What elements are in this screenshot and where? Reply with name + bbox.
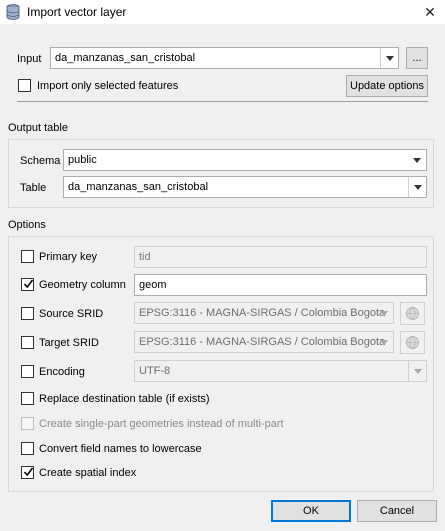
single-part-checkbox[interactable] bbox=[21, 417, 34, 430]
chevron-down-icon[interactable] bbox=[375, 332, 393, 352]
ok-button[interactable]: OK bbox=[271, 500, 351, 522]
single-part-label: Create single-part geometries instead of… bbox=[39, 418, 284, 430]
input-label: Input bbox=[17, 53, 42, 65]
input-layer-combo[interactable]: da_manzanas_san_cristobal bbox=[50, 47, 399, 69]
schema-value: public bbox=[68, 154, 97, 166]
table-value: da_manzanas_san_cristobal bbox=[68, 181, 209, 193]
close-icon[interactable]: ✕ bbox=[415, 0, 445, 24]
spatial-index-checkbox[interactable] bbox=[21, 466, 34, 479]
update-options-button[interactable]: Update options bbox=[346, 75, 428, 97]
target-srid-value: EPSG:3116 - MAGNA-SIRGAS / Colombia Bogo… bbox=[139, 336, 386, 348]
browse-button[interactable]: ... bbox=[406, 47, 428, 69]
chevron-down-icon[interactable] bbox=[380, 48, 398, 68]
chevron-down-icon[interactable] bbox=[408, 177, 426, 197]
encoding-value: UTF-8 bbox=[139, 365, 171, 377]
table-combo[interactable]: da_manzanas_san_cristobal bbox=[63, 176, 427, 198]
lowercase-checkbox[interactable] bbox=[21, 442, 34, 455]
window-title: Import vector layer bbox=[27, 5, 127, 19]
checkmark-icon bbox=[23, 467, 34, 477]
target-srid-combo[interactable]: EPSG:3116 - MAGNA-SIRGAS / Colombia Bogo… bbox=[134, 331, 394, 353]
primary-key-checkbox[interactable] bbox=[21, 250, 34, 263]
database-icon bbox=[6, 4, 20, 20]
encoding-label: Encoding bbox=[39, 366, 85, 378]
primary-key-label: Primary key bbox=[39, 251, 98, 263]
primary-key-field[interactable]: tid bbox=[134, 246, 427, 268]
output-table-title: Output table bbox=[8, 122, 68, 134]
table-label: Table bbox=[20, 182, 47, 194]
target-srid-checkbox[interactable] bbox=[21, 336, 34, 349]
lowercase-label: Convert field names to lowercase bbox=[39, 443, 202, 455]
encoding-combo[interactable]: UTF-8 bbox=[134, 360, 427, 382]
chevron-down-icon[interactable] bbox=[408, 361, 426, 381]
title-bar: Import vector layer ✕ bbox=[0, 0, 445, 24]
geometry-column-checkbox[interactable] bbox=[21, 278, 34, 291]
replace-table-checkbox[interactable] bbox=[21, 392, 34, 405]
globe-icon bbox=[406, 307, 419, 320]
checkmark-icon bbox=[23, 279, 34, 289]
separator bbox=[17, 101, 428, 102]
source-srid-combo[interactable]: EPSG:3116 - MAGNA-SIRGAS / Colombia Bogo… bbox=[134, 302, 394, 324]
spatial-index-label: Create spatial index bbox=[39, 467, 137, 479]
import-selected-label: Import only selected features bbox=[37, 80, 179, 92]
geometry-column-label: Geometry column bbox=[39, 279, 126, 291]
options-title: Options bbox=[8, 219, 46, 231]
globe-icon bbox=[406, 336, 419, 349]
input-layer-value: da_manzanas_san_cristobal bbox=[55, 52, 196, 64]
geometry-column-field[interactable]: geom bbox=[134, 274, 427, 296]
source-srid-select-button[interactable] bbox=[400, 302, 425, 325]
import-selected-checkbox[interactable] bbox=[18, 79, 31, 92]
cancel-button[interactable]: Cancel bbox=[357, 500, 437, 522]
schema-label: Schema bbox=[20, 155, 61, 167]
target-srid-label: Target SRID bbox=[39, 337, 99, 349]
source-srid-checkbox[interactable] bbox=[21, 307, 34, 320]
encoding-checkbox[interactable] bbox=[21, 365, 34, 378]
chevron-down-icon[interactable] bbox=[408, 150, 426, 170]
schema-combo[interactable]: public bbox=[63, 149, 427, 171]
target-srid-select-button[interactable] bbox=[400, 331, 425, 354]
source-srid-value: EPSG:3116 - MAGNA-SIRGAS / Colombia Bogo… bbox=[139, 307, 386, 319]
source-srid-label: Source SRID bbox=[39, 308, 104, 320]
replace-table-label: Replace destination table (if exists) bbox=[39, 393, 210, 405]
chevron-down-icon[interactable] bbox=[375, 303, 393, 323]
